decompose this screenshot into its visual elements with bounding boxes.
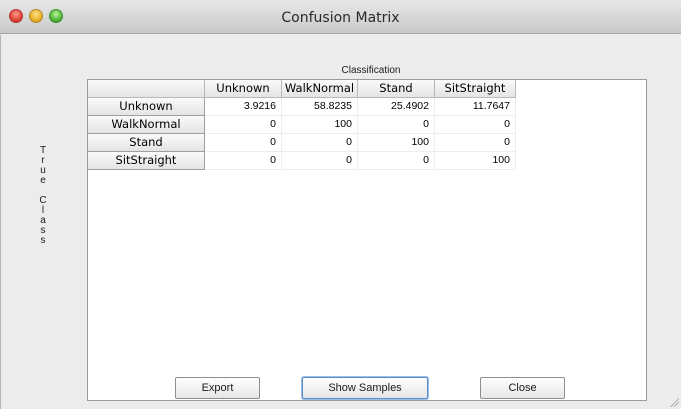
- title-bar[interactable]: Confusion Matrix: [0, 0, 681, 34]
- matrix-cell[interactable]: 11.7647: [435, 98, 516, 116]
- matrix-cell[interactable]: 100: [435, 152, 516, 170]
- matrix-cell[interactable]: 0: [205, 134, 282, 152]
- close-button[interactable]: Close: [480, 377, 565, 399]
- column-header-unknown[interactable]: Unknown: [205, 80, 282, 98]
- row-header-stand[interactable]: Stand: [88, 134, 205, 152]
- row-header-unknown[interactable]: Unknown: [88, 98, 205, 116]
- classification-axis-label: Classification: [341, 65, 401, 76]
- export-button[interactable]: Export: [175, 377, 260, 399]
- dialog-content: Classification True Class Unknown WalkNor…: [0, 35, 681, 409]
- matrix-cell[interactable]: 0: [282, 134, 358, 152]
- matrix-cell[interactable]: 3.9216: [205, 98, 282, 116]
- row-header-sitstraight[interactable]: SitStraight: [88, 152, 205, 170]
- show-samples-button[interactable]: Show Samples: [302, 377, 428, 399]
- matrix-cell[interactable]: 0: [282, 152, 358, 170]
- window-title: Confusion Matrix: [281, 10, 400, 26]
- confusion-matrix-table[interactable]: Unknown WalkNormal Stand SitStraight Unknown…: [87, 79, 647, 401]
- column-header-stand[interactable]: Stand: [358, 80, 435, 98]
- matrix-cell[interactable]: 58.8235: [282, 98, 358, 116]
- row-header-walknormal[interactable]: WalkNormal: [88, 116, 205, 134]
- column-header-walknormal[interactable]: WalkNormal: [282, 80, 358, 98]
- matrix-cell[interactable]: 0: [435, 116, 516, 134]
- matrix-cell[interactable]: 100: [358, 134, 435, 152]
- matrix-cell[interactable]: 0: [205, 116, 282, 134]
- table-corner-header: [88, 80, 205, 98]
- confusion-matrix-window: Confusion Matrix Classification True Cla…: [0, 0, 681, 409]
- matrix-cell[interactable]: 0: [358, 152, 435, 170]
- matrix-cell[interactable]: 0: [205, 152, 282, 170]
- matrix-cell[interactable]: 0: [358, 116, 435, 134]
- matrix-cell[interactable]: 100: [282, 116, 358, 134]
- matrix-cell[interactable]: 0: [435, 134, 516, 152]
- column-header-sitstraight[interactable]: SitStraight: [435, 80, 516, 98]
- matrix-cell[interactable]: 25.4902: [358, 98, 435, 116]
- true-class-axis-label: True Class: [39, 145, 47, 246]
- resize-grip-icon[interactable]: [669, 397, 679, 407]
